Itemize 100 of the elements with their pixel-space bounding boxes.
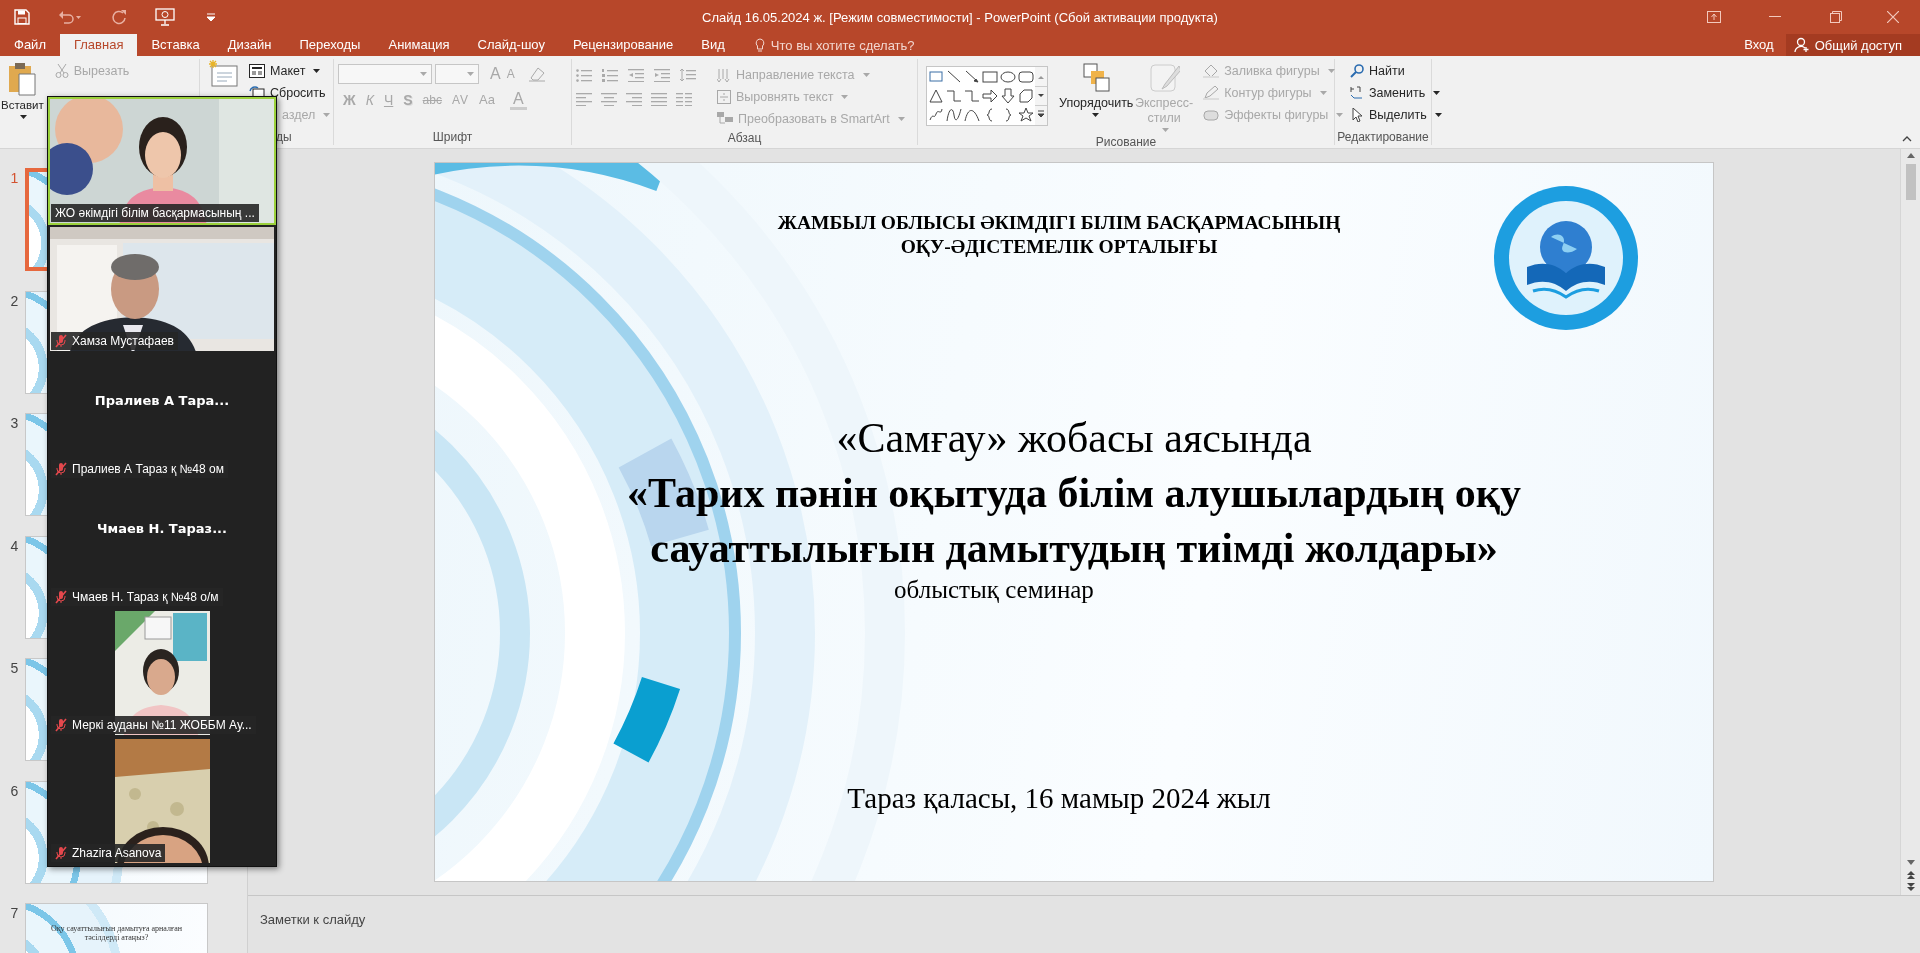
arrange-button[interactable]: Упорядочить [1056,60,1132,119]
group-label: Редактирование [1337,129,1429,145]
customize-icon[interactable] [207,13,215,21]
quick-styles-icon [1148,62,1181,94]
participant-name: Меркі ауданы №11 ЖОББМ Ау... [72,718,252,732]
share-button[interactable]: Общий доступ [1785,34,1920,56]
decrease-indent-icon[interactable] [628,68,644,82]
justify-icon[interactable] [651,92,667,106]
close-icon[interactable] [1887,11,1899,23]
video-tile[interactable]: Чмаев Н. Тараз... Чмаев Н. Тараз қ №48 о/м [48,481,276,609]
slide-number: 3 [9,414,20,431]
numbering-icon[interactable] [602,68,618,82]
ribbon-tab[interactable]: Рецензирование [558,34,688,56]
maximize-icon[interactable] [1829,11,1842,23]
slide-number: 5 [9,659,20,676]
ribbon-tab[interactable]: Вид [687,34,739,56]
ribbon-display-icon[interactable] [1706,11,1721,23]
video-tile[interactable]: ЖО әкімдігі білім басқармасының ... [48,97,276,225]
slide-title: сауаттылығын дамытудың тиімді жолдары» [649,524,1499,573]
participant-name: Пралиев А Тараз қ №48 ом [72,462,224,476]
caret-icon[interactable] [20,115,28,119]
video-tile[interactable]: Меркі ауданы №11 ЖОББМ Ау... [48,609,276,737]
scroll-up-icon[interactable] [1906,153,1915,158]
caret-icon[interactable] [1434,113,1442,117]
video-tile[interactable]: Хамза Мустафаев [48,225,276,353]
cursor-icon [1350,108,1364,122]
slide-number: 4 [9,536,20,554]
caret-icon[interactable] [1092,113,1099,117]
slide-number: 2 [9,291,20,309]
clipboard-icon [7,62,38,96]
group-label: Шрифт [432,129,473,145]
participant-display-name: Пралиев А Тара... [93,393,231,408]
slide-heading: ОҚУ-ӘДІСТЕМЕЛІК ОРТАЛЫҒЫ [899,235,1219,259]
pencil-icon [1203,86,1220,100]
shape-effects-icon [1203,108,1220,122]
scroll-down-icon[interactable] [1906,860,1915,865]
participant-name: Чмаев Н. Тараз қ №48 о/м [72,590,219,604]
font-size-field[interactable] [435,64,479,84]
ribbon-tab[interactable]: Переходы [285,34,375,56]
caret-icon[interactable] [1433,91,1441,95]
ribbon-tab[interactable]: Главная [59,34,138,56]
ribbon-tab[interactable]: Вставка [137,34,214,56]
slideshow-icon[interactable] [155,8,175,26]
align-center-icon[interactable] [601,92,617,106]
window-title: Слайд 16.05.2024 ж. [Режим совместимости] - PowerPoint (Сбой активации продукта) [701,9,1219,25]
minimize-icon[interactable] [1768,16,1781,18]
bullets-icon[interactable] [576,68,592,82]
participant-display-name: Чмаев Н. Тараз... [96,521,228,536]
collapse-ribbon-icon[interactable] [1902,136,1912,142]
font-name-field[interactable] [338,64,432,84]
paste-button[interactable]: Вставит [1,60,44,121]
video-tile[interactable]: Пралиев А Тара... Пралиев А Тараз қ №48 ом [48,353,276,481]
slide[interactable] [434,162,1714,882]
ribbon-tab[interactable]: Слайд-шоу [463,34,559,56]
select-button[interactable]: Выделить [1347,104,1445,126]
slide-subtitle: облыстық семинар [894,576,1094,604]
search-icon [1350,64,1364,78]
columns-icon[interactable] [676,92,692,106]
slide-title: «Самғау» жобасы аясында [835,414,1313,463]
participant-name: Zhazira Asanova [72,846,162,860]
slide-title: «Тарих пәнін оқытуда білім алушылардың оқу [626,469,1522,518]
sign-in-link[interactable]: Вход [1732,34,1786,56]
smartart-icon [717,112,733,126]
layout-button[interactable]: Макет [246,60,333,82]
gallery-scroll-icon[interactable] [1035,67,1047,125]
group-label: Рисование [1095,134,1157,150]
ribbon-tab[interactable]: Дизайн [213,34,286,56]
redo-icon[interactable] [111,9,127,25]
increase-indent-icon[interactable] [654,68,670,82]
previous-slide-icon[interactable] [1906,871,1915,879]
save-icon[interactable] [14,9,30,25]
caret-icon[interactable] [313,69,321,73]
scrollbar-thumb[interactable] [1905,164,1916,200]
text-direction-icon [717,68,731,82]
ribbon-tab[interactable]: Анимация [374,34,464,56]
slide-heading: ЖАМБЫЛ ОБЛЫСЫ ӘКІМДІГІ БІЛІМ БАСҚАРМАСЫНЫҢ [777,211,1341,235]
participant-name: Хамза Мустафаев [72,334,174,348]
participant-name: ЖО әкімдігі білім басқармасының ... [55,206,255,220]
emblem-icon [1493,185,1639,331]
notes-placeholder[interactable]: Заметки к слайду [260,912,366,927]
replace-button[interactable]: Заменить [1347,82,1445,104]
slide-footer: Тараз қаласы, 16 мамыр 2024 жыл [847,781,1271,815]
line-spacing-icon[interactable] [680,68,696,82]
group-label: Абзац [727,130,762,146]
align-text-icon [717,90,731,104]
undo-icon[interactable] [58,10,82,24]
slide-number: 6 [9,781,20,799]
person-add-icon [1793,37,1810,53]
video-tile[interactable]: Zhazira Asanova [48,737,276,865]
slide-number: 7 [9,904,20,921]
scissors-icon [54,64,69,78]
clear-formatting-icon[interactable] [527,66,546,82]
align-left-icon[interactable] [576,92,592,106]
ribbon-tab[interactable]: Файл [0,34,60,56]
find-button[interactable]: Найти [1347,60,1445,82]
new-slide-icon[interactable] [208,60,238,88]
tell-me-field[interactable]: Что вы хотите сделать? [754,34,915,56]
lightbulb-icon [754,38,765,52]
next-slide-icon[interactable] [1906,883,1915,891]
align-right-icon[interactable] [626,92,642,106]
